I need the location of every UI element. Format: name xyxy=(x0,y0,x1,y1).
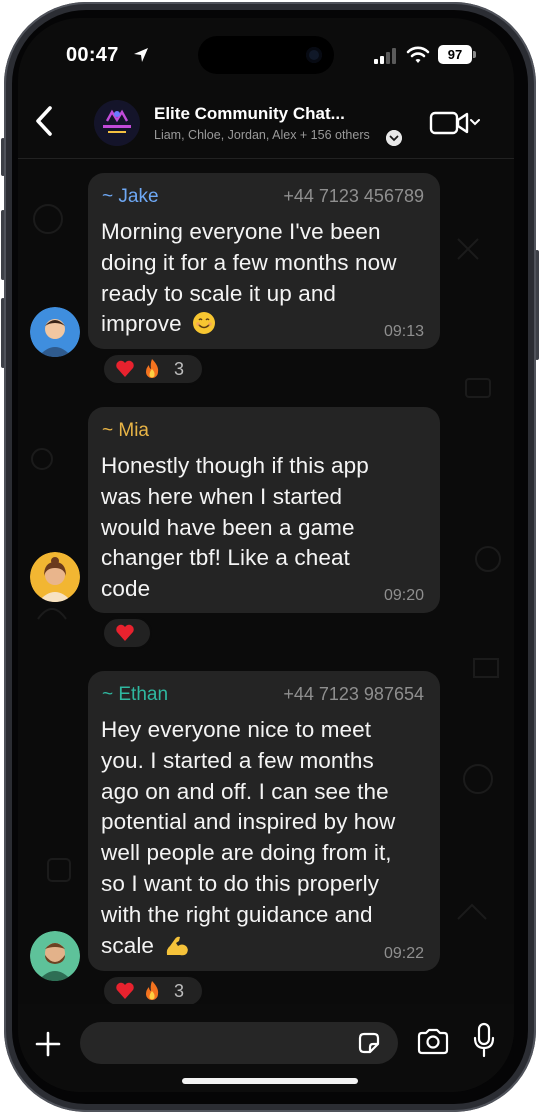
message-line: changer tbf! Like a cheat xyxy=(101,545,350,571)
message-line: would have been a game xyxy=(101,514,355,540)
message-sender[interactable]: ~ Ethan xyxy=(102,684,168,706)
message-line: code xyxy=(101,576,151,602)
front-camera xyxy=(306,47,322,63)
message-line: with the right guidance and xyxy=(101,901,373,927)
message-text: Morning everyone I've been doing it for … xyxy=(101,217,397,340)
message-line: Honestly though if this app xyxy=(101,453,369,478)
message-phone: +44 7123 987654 xyxy=(283,684,424,704)
message-text: Honestly though if this app was here whe… xyxy=(101,451,369,605)
message-line: ready to scale it up and xyxy=(101,280,337,306)
message-time: 09:13 xyxy=(383,323,424,340)
wifi-icon xyxy=(406,46,430,63)
heart-icon xyxy=(116,624,134,641)
status-bar: 00:47 97 xyxy=(18,18,514,98)
reactions-pill[interactable] xyxy=(102,617,152,649)
chevron-down-icon[interactable] xyxy=(386,130,402,146)
avatar-ethan xyxy=(30,931,80,981)
status-time: 00:47 xyxy=(66,44,119,66)
back-chevron-icon[interactable] xyxy=(30,100,58,142)
message-line-text: scale xyxy=(101,932,155,958)
chat-area[interactable]: ~ Jake +44 7123 456789 Morning everyone … xyxy=(18,159,514,1007)
message-sender[interactable]: ~ Jake xyxy=(102,186,159,208)
smiling-face-icon xyxy=(193,312,216,335)
message-phone: +44 7123 456789 xyxy=(283,186,424,206)
reaction-count: 3 xyxy=(174,359,185,379)
signal-icon xyxy=(374,48,400,64)
video-camera-icon[interactable] xyxy=(428,108,480,138)
reactions-pill[interactable]: 3 xyxy=(102,353,204,385)
group-title[interactable]: Elite Community Chat... xyxy=(154,104,345,124)
fire-icon xyxy=(146,359,159,378)
fire-icon xyxy=(146,981,159,1000)
message-line: improve xyxy=(101,309,397,340)
message-line: you. I started a few months xyxy=(101,747,374,773)
message-input[interactable] xyxy=(80,1022,398,1064)
avatar[interactable] xyxy=(30,931,80,981)
message-line: Hey everyone nice to meet xyxy=(101,717,372,742)
heart-icon xyxy=(116,360,134,377)
message-line: doing it for a few months now xyxy=(101,249,397,275)
screen: 00:47 97 Elite Community Chat... Liam, C… xyxy=(18,18,514,1092)
avatar[interactable] xyxy=(30,307,80,357)
message-line: so I want to do this properly xyxy=(101,870,380,896)
group-members[interactable]: Liam, Chloe, Jordan, Alex + 156 others xyxy=(154,128,370,142)
message-line: well people are doing from it, xyxy=(101,840,392,866)
camera-icon[interactable] xyxy=(416,1026,450,1058)
location-arrow-icon xyxy=(134,48,148,62)
battery-icon: 97 xyxy=(438,45,472,64)
message-time: 09:22 xyxy=(383,945,424,962)
message-bubble[interactable]: ~ Jake +44 7123 456789 Morning everyone … xyxy=(88,173,440,349)
group-logo-icon xyxy=(94,100,140,146)
message-text: Hey everyone nice to meet you. I started… xyxy=(101,715,395,961)
message-line-text: improve xyxy=(101,311,182,337)
group-avatar[interactable] xyxy=(94,100,140,146)
avatar-mia xyxy=(30,552,80,602)
message-time: 09:20 xyxy=(383,587,424,604)
message-bubble[interactable]: ~ Mia Honestly though if this app was he… xyxy=(88,407,440,613)
reaction-count: 3 xyxy=(174,981,185,1001)
message-line: Morning everyone I've been xyxy=(101,219,381,244)
avatar-jake xyxy=(30,307,80,357)
plus-icon[interactable] xyxy=(32,1028,64,1060)
reactions-pill[interactable]: 3 xyxy=(102,975,204,1007)
message-bubble[interactable]: ~ Ethan +44 7123 987654 Hey everyone nic… xyxy=(88,671,440,971)
message-line: potential and inspired by how xyxy=(101,809,396,835)
avatar[interactable] xyxy=(30,552,80,602)
microphone-icon[interactable] xyxy=(472,1022,496,1060)
message-sender[interactable]: ~ Mia xyxy=(102,420,149,442)
message-line: was here when I started xyxy=(101,483,343,509)
chat-header: Elite Community Chat... Liam, Chloe, Jor… xyxy=(18,96,514,160)
message-line: scale xyxy=(101,931,395,962)
home-indicator[interactable] xyxy=(182,1078,358,1084)
dynamic-island xyxy=(198,36,334,74)
sticker-icon[interactable] xyxy=(356,1030,382,1056)
heart-icon xyxy=(116,982,134,999)
battery-tip xyxy=(473,51,476,58)
flexed-biceps-icon xyxy=(167,936,189,955)
message-line: ago on and off. I can see the xyxy=(101,778,389,804)
